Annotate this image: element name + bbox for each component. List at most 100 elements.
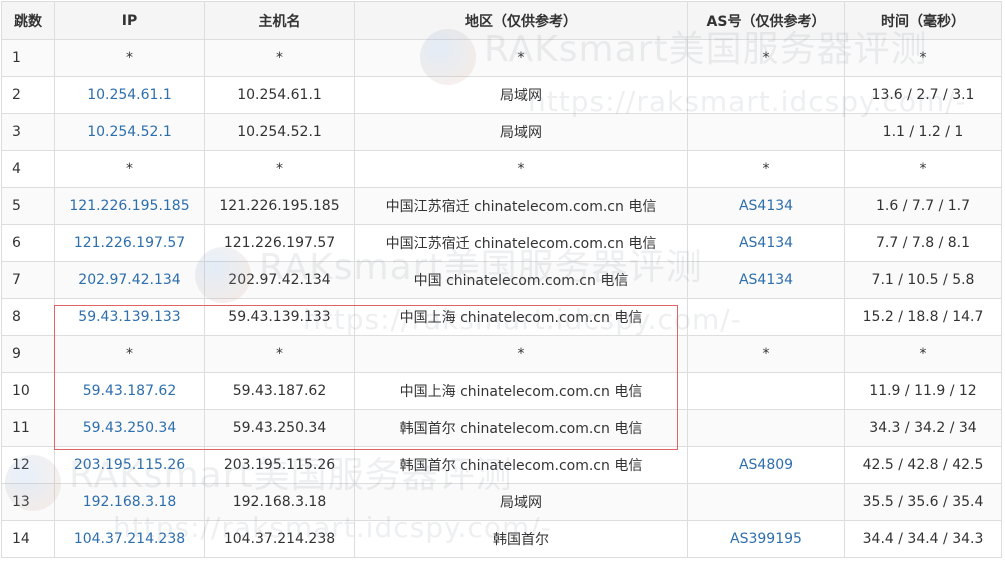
hop-cell-text: 5 — [12, 198, 21, 214]
region-cell: 中国江苏宿迁 chinatelecom.com.cn 电信 — [354, 187, 688, 225]
time-cell: 34.4 / 34.4 / 34.3 — [844, 520, 1002, 558]
region-cell-text: 中国 chinatelecom.com.cn 电信 — [413, 273, 629, 289]
ip-cell: * — [54, 335, 205, 373]
time-cell-text: 1.1 / 1.2 / 1 — [882, 124, 964, 140]
hop-cell: 1 — [1, 39, 55, 77]
hostname-cell: 59.43.139.133 — [204, 298, 355, 336]
ip-link[interactable]: 59.43.139.133 — [78, 309, 180, 325]
asn-link[interactable]: AS4134 — [739, 272, 793, 288]
region-cell-text: 局域网 — [500, 88, 542, 104]
region-cell-text: * — [517, 161, 525, 177]
region-cell: 中国上海 chinatelecom.com.cn 电信 — [354, 298, 688, 336]
ip-cell: 59.43.139.133 — [54, 298, 205, 336]
table-row: 6 121.226.197.57 121.226.197.57 中国江苏宿迁 chin… — [1, 224, 1002, 262]
region-cell: 中国江苏宿迁 chinatelecom.com.cn 电信 — [354, 224, 688, 262]
hostname-cell: 104.37.214.238 — [204, 520, 355, 558]
ip-link[interactable]: 121.226.195.185 — [69, 198, 189, 214]
header-hop: 跳数 — [1, 1, 55, 40]
hop-cell: 6 — [1, 224, 55, 262]
hop-cell: 13 — [1, 483, 55, 521]
hostname-cell: 192.168.3.18 — [204, 483, 355, 521]
ip-link[interactable]: 59.43.187.62 — [83, 383, 177, 399]
region-cell-text: * — [517, 346, 525, 362]
hop-cell-text: 9 — [12, 346, 21, 362]
hostname-cell: 121.226.195.185 — [204, 187, 355, 225]
ip-link[interactable]: 104.37.214.238 — [74, 531, 185, 547]
hostname-cell-text: 59.43.250.34 — [232, 420, 327, 436]
time-cell: 11.9 / 11.9 / 12 — [844, 372, 1002, 410]
region-cell-text: 韩国首尔 — [493, 532, 549, 548]
asn-link[interactable]: AS4134 — [739, 198, 793, 214]
time-cell-text: 15.2 / 18.8 / 14.7 — [862, 309, 984, 325]
ip-link[interactable]: 10.254.52.1 — [87, 124, 172, 140]
hostname-cell-text: 10.254.61.1 — [237, 87, 322, 103]
hop-cell-text: 6 — [12, 235, 21, 251]
hop-cell-text: 14 — [12, 531, 30, 547]
asn-link[interactable]: AS399195 — [730, 531, 802, 547]
asn-cell — [687, 113, 845, 151]
region-cell-text: 中国上海 chinatelecom.com.cn 电信 — [399, 384, 643, 400]
header-region: 地区（仅供参考） — [354, 1, 688, 40]
table-row: 9 * * * * * — [1, 335, 1002, 373]
region-cell: 韩国首尔 chinatelecom.com.cn 电信 — [354, 446, 688, 484]
table-row: 13 192.168.3.18 192.168.3.18 局域网 35.5 / 35.6… — [1, 483, 1002, 521]
hostname-cell: 121.226.197.57 — [204, 224, 355, 262]
asn-cell — [687, 372, 845, 410]
asn-link[interactable]: AS4134 — [739, 235, 793, 251]
asn-cell: AS399195 — [687, 520, 845, 558]
ip-cell: 59.43.250.34 — [54, 409, 205, 447]
ip-link[interactable]: 59.43.250.34 — [83, 420, 177, 436]
ip-link[interactable]: 10.254.61.1 — [87, 87, 172, 103]
ip-link[interactable]: 203.195.115.26 — [74, 457, 185, 473]
hop-cell: 4 — [1, 150, 55, 188]
hostname-cell: * — [204, 150, 355, 188]
table-row: 12 203.195.115.26 203.195.115.26 韩国首尔 china… — [1, 446, 1002, 484]
time-cell: 42.5 / 42.8 / 42.5 — [844, 446, 1002, 484]
time-cell-text: * — [919, 50, 927, 66]
hop-cell: 10 — [1, 372, 55, 410]
hop-cell-text: 2 — [12, 87, 21, 103]
region-cell-text: 韩国首尔 chinatelecom.com.cn 电信 — [399, 458, 643, 474]
time-cell: 15.2 / 18.8 / 14.7 — [844, 298, 1002, 336]
asn-link[interactable]: AS4809 — [739, 457, 793, 473]
table-row: 4 * * * * * — [1, 150, 1002, 188]
hostname-cell-text: 121.226.197.57 — [223, 235, 336, 251]
time-cell-text: 34.4 / 34.4 / 34.3 — [862, 531, 984, 547]
traceroute-table: 跳数 IP 主机名 地区（仅供参考） AS号（仅供参考） 时间（毫秒） 1 * * *… — [1, 1, 1002, 558]
hop-cell: 9 — [1, 335, 55, 373]
hop-cell: 2 — [1, 76, 55, 114]
region-cell-text: 局域网 — [500, 495, 542, 511]
hop-cell-text: 13 — [12, 494, 30, 510]
hostname-cell-text: 104.37.214.238 — [223, 531, 336, 547]
region-cell: 韩国首尔 — [354, 520, 688, 558]
time-cell: 1.1 / 1.2 / 1 — [844, 113, 1002, 151]
asn-cell — [687, 483, 845, 521]
ip-cell-text: * — [126, 161, 133, 177]
hostname-cell-text: 202.97.42.134 — [228, 272, 331, 288]
ip-link[interactable]: 202.97.42.134 — [78, 272, 180, 288]
time-cell: 7.7 / 7.8 / 8.1 — [844, 224, 1002, 262]
table-header-row: 跳数 IP 主机名 地区（仅供参考） AS号（仅供参考） 时间（毫秒） — [1, 1, 1002, 40]
hop-cell: 12 — [1, 446, 55, 484]
hostname-cell-text: 203.195.115.26 — [223, 457, 336, 473]
ip-link[interactable]: 192.168.3.18 — [83, 494, 177, 510]
ip-link[interactable]: 121.226.197.57 — [74, 235, 185, 251]
ip-cell-text: * — [126, 50, 133, 66]
hop-cell-text: 10 — [12, 383, 30, 399]
hop-cell: 7 — [1, 261, 55, 299]
hostname-cell-text: 59.43.187.62 — [232, 383, 327, 399]
time-cell-text: 7.1 / 10.5 / 5.8 — [871, 272, 975, 288]
time-cell-text: * — [919, 161, 927, 177]
hostname-cell-text: 10.254.52.1 — [237, 124, 322, 140]
time-cell: 13.6 / 2.7 / 3.1 — [844, 76, 1002, 114]
ip-cell: 192.168.3.18 — [54, 483, 205, 521]
asn-cell — [687, 76, 845, 114]
hostname-cell: 59.43.187.62 — [204, 372, 355, 410]
asn-cell — [687, 409, 845, 447]
asn-cell: AS4809 — [687, 446, 845, 484]
table-row: 10 59.43.187.62 59.43.187.62 中国上海 chinatele… — [1, 372, 1002, 410]
ip-cell: 202.97.42.134 — [54, 261, 205, 299]
region-cell-text: 中国江苏宿迁 chinatelecom.com.cn 电信 — [385, 236, 657, 252]
table-row: 1 * * * * * — [1, 39, 1002, 77]
hop-cell: 8 — [1, 298, 55, 336]
